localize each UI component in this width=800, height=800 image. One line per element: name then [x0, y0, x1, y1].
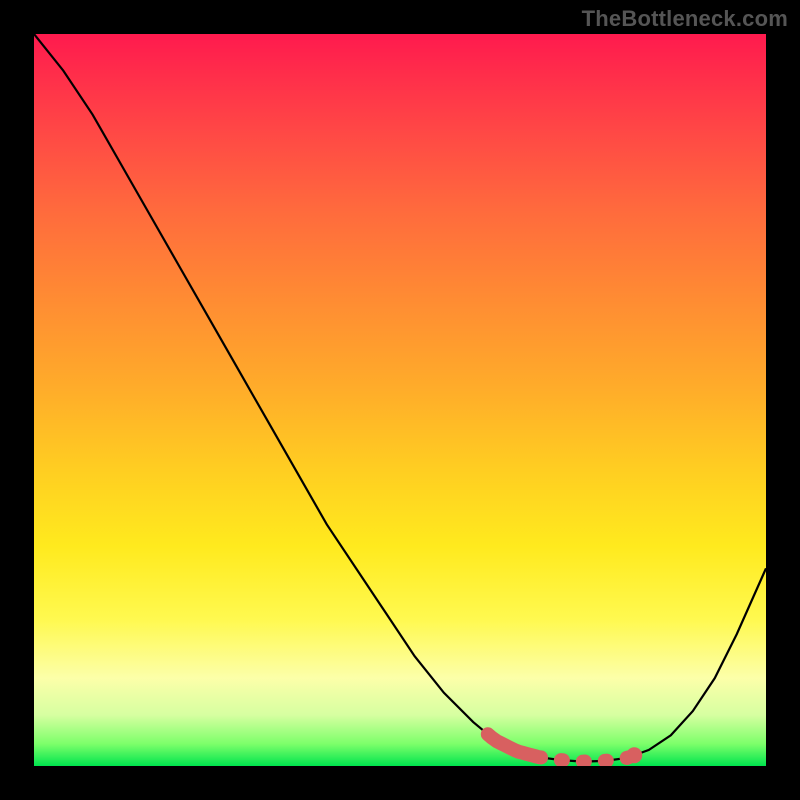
optimal-range-marker	[488, 734, 536, 756]
bottleneck-curve	[34, 34, 766, 762]
marker-dot	[626, 747, 642, 763]
chart-frame: TheBottleneck.com	[0, 0, 800, 800]
watermark-text: TheBottleneck.com	[582, 6, 788, 32]
curve-svg	[34, 34, 766, 766]
gradient-plot-area	[34, 34, 766, 766]
